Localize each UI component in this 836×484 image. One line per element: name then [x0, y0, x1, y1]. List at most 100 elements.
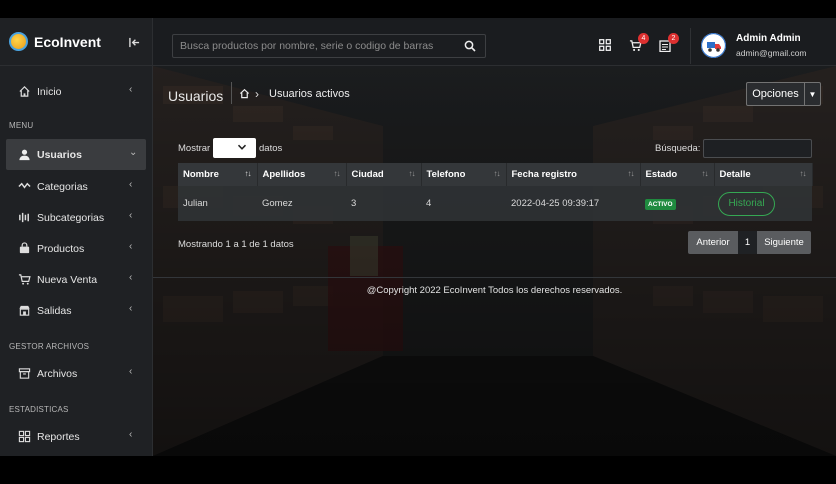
column-label: Fecha registro	[511, 169, 577, 180]
column-label: Nombre	[183, 169, 219, 180]
bag-icon	[17, 242, 31, 256]
sidebar-item-nueva-venta[interactable]: Nueva Venta ‹	[0, 264, 152, 295]
users-table: Nombre ↑↓ Apellidos ↑↓ Ciudad ↑↓ Telefono ↑↓…	[178, 163, 813, 221]
chevron-right-icon: ›	[255, 87, 259, 101]
users-table-card: Mostrar datos Búsqueda: Nombre ↑↓ Apellid…	[168, 133, 822, 258]
table-info: Mostrando 1 a 1 de 1 datos	[178, 239, 294, 250]
sidebar-item-usuarios[interactable]: Usuarios ⌄	[6, 139, 146, 170]
sidebar-item-label: Reportes	[37, 430, 80, 443]
apps-grid-icon[interactable]	[599, 39, 613, 53]
cell-ciudad: 3	[346, 186, 421, 221]
footer-copyright: @Copyright 2022 EcoInvent Todos los dere…	[366, 285, 623, 296]
app-screen: EcoInvent Inicio ‹ MENU Usuarios ⌄ Categ…	[0, 18, 836, 456]
sidebar-item-archivos[interactable]: Archivos ‹	[0, 358, 152, 389]
warehouse-background-image	[153, 66, 836, 456]
topbar-divider	[690, 28, 691, 64]
footer-divider	[153, 277, 836, 278]
sidebar-item-categorias[interactable]: Categorias ‹	[0, 171, 152, 202]
breadcrumb-separator	[231, 82, 232, 104]
column-header-estado[interactable]: Estado ↑↓	[640, 163, 715, 186]
pagination-page-button[interactable]: 1	[738, 231, 757, 254]
pagination-next-button[interactable]: Siguiente	[757, 231, 811, 254]
sidebar-item-label: Usuarios	[37, 148, 82, 161]
sidebar-item-salidas[interactable]: Salidas ‹	[0, 295, 152, 326]
column-label: Estado	[645, 169, 678, 180]
cell-apellidos: Gomez	[257, 186, 346, 221]
cart-icon[interactable]: 4	[629, 33, 649, 53]
page-title: Usuarios	[168, 88, 224, 104]
table-header-row: Nombre ↑↓ Apellidos ↑↓ Ciudad ↑↓ Telefono ↑↓…	[178, 163, 813, 186]
orders-badge: 2	[668, 33, 679, 44]
chevron-down-icon	[237, 142, 247, 155]
breadcrumb-current: Usuarios activos	[269, 88, 350, 100]
nav-section-menu: MENU	[9, 120, 34, 130]
status-badge: ACTIVO	[645, 198, 676, 210]
store-icon	[17, 304, 31, 318]
pagination-prev-button[interactable]: Anterior	[688, 231, 738, 254]
column-label: Detalle	[719, 169, 751, 180]
sidebar-item-label: Salidas	[37, 304, 72, 317]
sidebar-item-reportes[interactable]: Reportes ‹	[0, 421, 152, 452]
sort-icon: ↑↓	[799, 169, 807, 178]
chevron-left-icon: ‹	[129, 303, 133, 314]
cell-telefono: 4	[421, 186, 506, 221]
column-header-ciudad[interactable]: Ciudad ↑↓	[346, 163, 422, 186]
cart-badge: 4	[638, 33, 649, 44]
user-icon	[17, 148, 31, 162]
chevron-left-icon: ‹	[129, 210, 133, 221]
sidebar-item-subcategorias[interactable]: Subcategorias ‹	[0, 202, 152, 233]
sidebar-item-inicio[interactable]: Inicio ‹	[0, 76, 152, 107]
options-dropdown-toggle[interactable]: ▼	[805, 82, 821, 106]
pagination: Anterior 1 Siguiente	[688, 231, 811, 254]
sidebar-item-label: Productos	[37, 242, 85, 255]
column-label: Telefono	[426, 169, 466, 180]
search-icon[interactable]	[464, 40, 476, 55]
home-icon	[17, 85, 31, 99]
archive-icon	[17, 367, 31, 381]
topbar: 4 2 Admin Admin admin@gmail.com	[153, 18, 836, 66]
page-size-select[interactable]	[213, 138, 256, 158]
main-content: Usuarios › Usuarios activos Opciones ▼ M…	[153, 66, 836, 456]
cart-icon	[17, 273, 31, 287]
chevron-left-icon: ‹	[129, 272, 133, 283]
nav-section-estadisticas: ESTADISTICAS	[9, 404, 69, 414]
avatar[interactable]	[701, 33, 726, 58]
column-header-telefono[interactable]: Telefono ↑↓	[421, 163, 507, 186]
column-label: Ciudad	[351, 169, 384, 180]
brand-logo-icon	[9, 32, 28, 51]
grid-icon	[17, 430, 31, 444]
brand-name: EcoInvent	[34, 33, 101, 50]
chevron-left-icon: ‹	[129, 429, 133, 440]
home-icon[interactable]	[239, 88, 250, 102]
options-button[interactable]: Opciones	[746, 82, 805, 106]
activity-icon	[17, 180, 31, 194]
show-entries-suffix: datos	[259, 143, 283, 154]
table-row: Julian Gomez 3 4 2022-04-25 09:39:17 ACT…	[178, 186, 812, 221]
orders-icon[interactable]: 2	[659, 33, 679, 53]
search-input[interactable]	[173, 35, 453, 57]
column-label: Apellidos	[262, 169, 306, 180]
chevron-down-icon: ⌄	[129, 147, 138, 158]
column-header-detalle[interactable]: Detalle ↑↓	[714, 163, 813, 186]
sidebar: EcoInvent Inicio ‹ MENU Usuarios ⌄ Categ…	[0, 18, 153, 456]
column-header-apellidos[interactable]: Apellidos ↑↓	[257, 163, 347, 186]
collapse-sidebar-icon[interactable]	[129, 37, 140, 51]
historial-button[interactable]: Historial	[718, 191, 775, 216]
sidebar-item-label: Subcategorias	[37, 211, 105, 224]
cell-detalle: Historial	[714, 186, 812, 221]
user-email: admin@gmail.com	[736, 48, 807, 58]
sidebar-item-productos[interactable]: Productos ‹	[0, 233, 152, 264]
chevron-left-icon: ‹	[129, 84, 133, 95]
chevron-left-icon: ‹	[129, 179, 133, 190]
table-search-input[interactable]	[703, 139, 812, 158]
sidebar-item-label: Nueva Venta	[37, 273, 98, 286]
cell-fecha-registro: 2022-04-25 09:39:17	[506, 186, 640, 221]
column-header-nombre[interactable]: Nombre ↑↓	[178, 163, 258, 186]
equalizer-icon	[17, 211, 31, 225]
column-header-fecha-registro[interactable]: Fecha registro ↑↓	[506, 163, 641, 186]
cell-nombre: Julian	[178, 186, 257, 221]
sort-icon: ↑↓	[333, 169, 341, 178]
sort-icon: ↑↓	[493, 169, 501, 178]
global-search	[172, 34, 486, 58]
user-name[interactable]: Admin Admin	[736, 33, 801, 44]
